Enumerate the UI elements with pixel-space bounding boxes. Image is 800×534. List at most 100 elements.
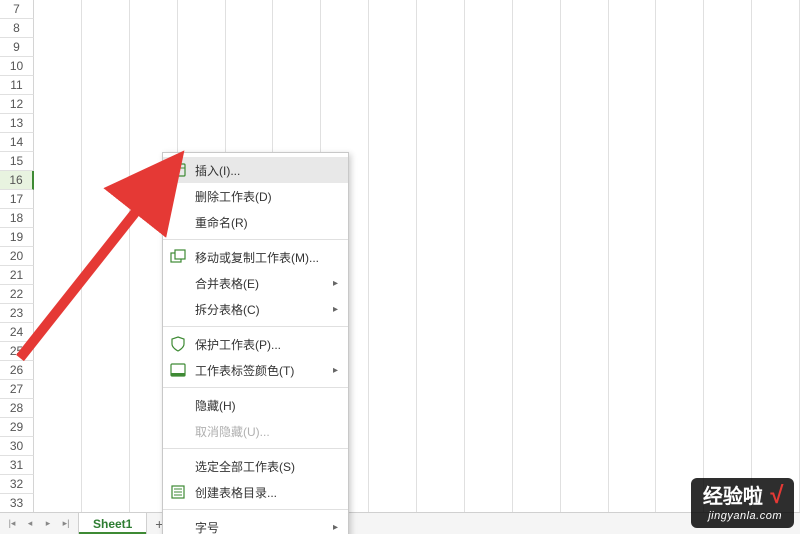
cell[interactable]	[273, 76, 321, 95]
cell[interactable]	[34, 95, 82, 114]
cell[interactable]	[513, 304, 561, 323]
cell[interactable]	[561, 456, 609, 475]
cell[interactable]	[513, 323, 561, 342]
cell[interactable]	[752, 399, 800, 418]
cell[interactable]	[369, 133, 417, 152]
cell[interactable]	[465, 57, 513, 76]
cell[interactable]	[609, 399, 657, 418]
cell[interactable]	[417, 304, 465, 323]
cell[interactable]	[321, 19, 369, 38]
cell[interactable]	[273, 133, 321, 152]
cell[interactable]	[561, 228, 609, 247]
cell[interactable]	[417, 95, 465, 114]
cell[interactable]	[513, 152, 561, 171]
cell[interactable]	[82, 361, 130, 380]
cell[interactable]	[704, 76, 752, 95]
cell[interactable]	[513, 437, 561, 456]
cell[interactable]	[178, 114, 226, 133]
cell[interactable]	[561, 399, 609, 418]
cell[interactable]	[417, 285, 465, 304]
cell[interactable]	[561, 57, 609, 76]
row-header[interactable]: 30	[0, 437, 34, 456]
cell[interactable]	[656, 57, 704, 76]
cell[interactable]	[752, 38, 800, 57]
row-header[interactable]: 21	[0, 266, 34, 285]
cell[interactable]	[226, 133, 274, 152]
cell[interactable]	[609, 38, 657, 57]
cell[interactable]	[34, 323, 82, 342]
cell[interactable]	[704, 95, 752, 114]
cell[interactable]	[369, 19, 417, 38]
cell[interactable]	[704, 57, 752, 76]
cell[interactable]	[513, 114, 561, 133]
cell[interactable]	[273, 19, 321, 38]
cell[interactable]	[561, 380, 609, 399]
cell[interactable]	[752, 361, 800, 380]
cell[interactable]	[34, 456, 82, 475]
cell[interactable]	[465, 285, 513, 304]
cell[interactable]	[417, 152, 465, 171]
cell[interactable]	[178, 76, 226, 95]
cell[interactable]	[561, 133, 609, 152]
cell[interactable]	[369, 76, 417, 95]
cell[interactable]	[465, 494, 513, 513]
cell[interactable]	[513, 399, 561, 418]
cell[interactable]	[656, 190, 704, 209]
cell[interactable]	[513, 475, 561, 494]
cell[interactable]	[369, 418, 417, 437]
cell[interactable]	[130, 19, 178, 38]
cell[interactable]	[752, 266, 800, 285]
cell[interactable]	[609, 76, 657, 95]
cell[interactable]	[34, 304, 82, 323]
cell[interactable]	[609, 266, 657, 285]
sheet-tab-active[interactable]: Sheet1	[78, 513, 147, 534]
cell[interactable]	[34, 57, 82, 76]
cell[interactable]	[609, 190, 657, 209]
cell[interactable]	[656, 399, 704, 418]
cell[interactable]	[513, 266, 561, 285]
cell[interactable]	[704, 285, 752, 304]
menu-create-toc[interactable]: 创建表格目录...	[163, 479, 348, 505]
cell[interactable]	[752, 342, 800, 361]
cell[interactable]	[752, 228, 800, 247]
cell[interactable]	[369, 342, 417, 361]
cell[interactable]	[656, 342, 704, 361]
cell[interactable]	[226, 95, 274, 114]
cell[interactable]	[82, 19, 130, 38]
cell[interactable]	[130, 76, 178, 95]
cell[interactable]	[561, 304, 609, 323]
cell[interactable]	[369, 247, 417, 266]
row-header[interactable]: 31	[0, 456, 34, 475]
cell[interactable]	[561, 152, 609, 171]
cell[interactable]	[704, 228, 752, 247]
row-header[interactable]: 18	[0, 209, 34, 228]
cell[interactable]	[752, 57, 800, 76]
cell[interactable]	[82, 323, 130, 342]
cell[interactable]	[417, 456, 465, 475]
row-header[interactable]: 14	[0, 133, 34, 152]
cell[interactable]	[369, 323, 417, 342]
cell[interactable]	[465, 0, 513, 19]
row-header[interactable]: 12	[0, 95, 34, 114]
cell[interactable]	[226, 76, 274, 95]
row-header[interactable]: 27	[0, 380, 34, 399]
cell[interactable]	[513, 456, 561, 475]
cell[interactable]	[513, 285, 561, 304]
cell[interactable]	[369, 171, 417, 190]
cell[interactable]	[704, 380, 752, 399]
cell[interactable]	[34, 76, 82, 95]
cell[interactable]	[561, 114, 609, 133]
cell[interactable]	[273, 38, 321, 57]
cell[interactable]	[82, 399, 130, 418]
cell[interactable]	[752, 418, 800, 437]
cell[interactable]	[369, 114, 417, 133]
cell[interactable]	[34, 437, 82, 456]
cell[interactable]	[609, 380, 657, 399]
cell[interactable]	[369, 285, 417, 304]
cell[interactable]	[273, 0, 321, 19]
cell[interactable]	[752, 380, 800, 399]
cell[interactable]	[369, 209, 417, 228]
cell[interactable]	[369, 437, 417, 456]
cell[interactable]	[465, 133, 513, 152]
cell[interactable]	[513, 228, 561, 247]
